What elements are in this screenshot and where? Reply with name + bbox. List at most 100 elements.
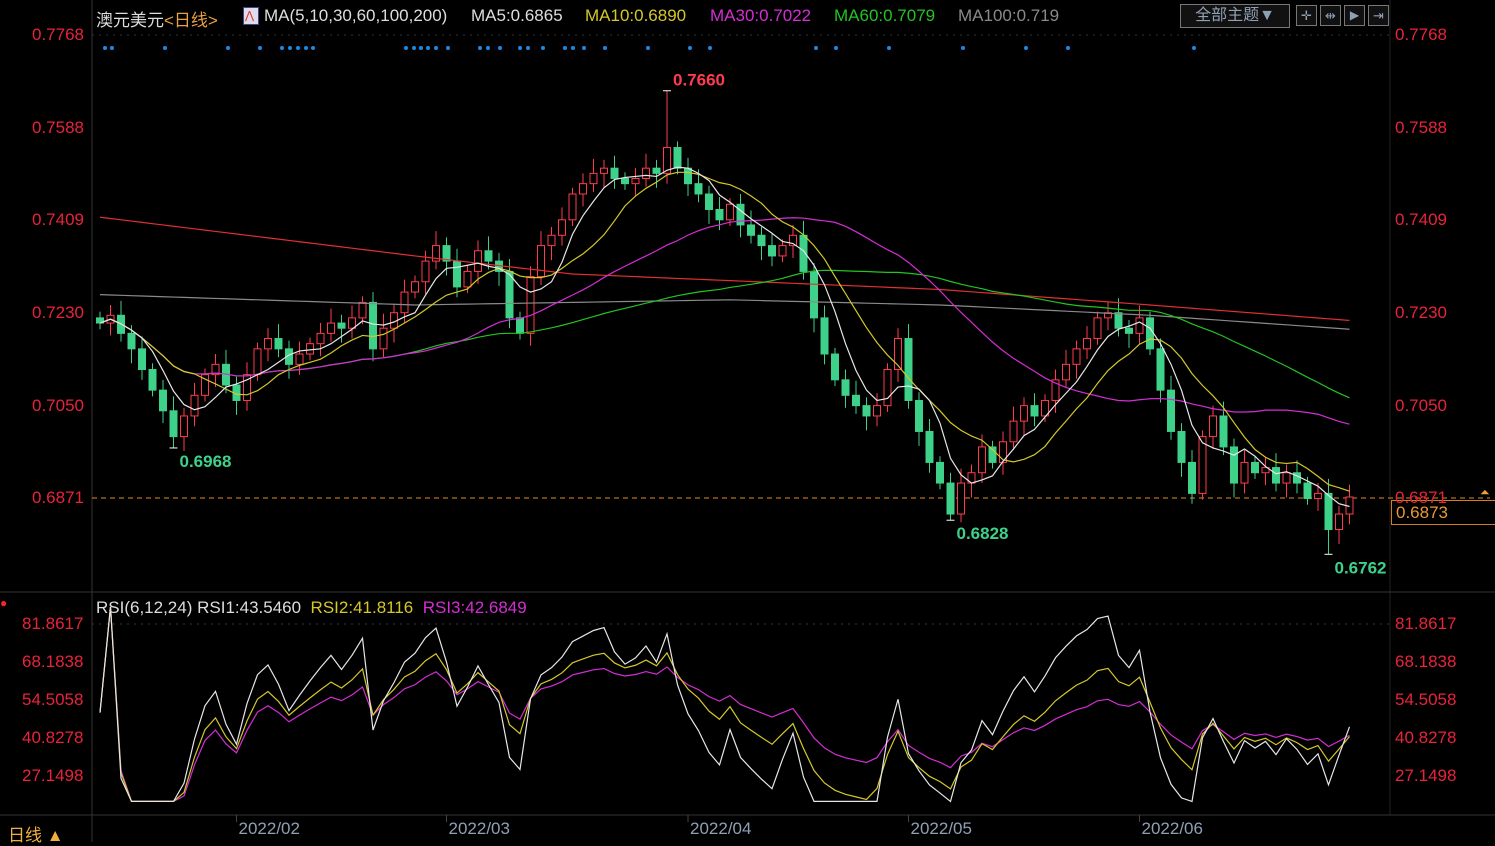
- indicator-icon[interactable]: ⋀: [243, 7, 259, 25]
- rsi2-line: [99, 606, 1350, 803]
- signal-dot: [961, 46, 965, 50]
- candle-body: [253, 348, 262, 376]
- candle: [1072, 340, 1081, 379]
- candle-body: [169, 410, 178, 438]
- candle-body: [516, 317, 524, 334]
- candle: [621, 172, 629, 190]
- candle: [789, 224, 797, 258]
- candle: [180, 407, 188, 452]
- ma30-value: MA30:0.7022: [710, 6, 812, 25]
- extreme-label: 0.6762: [1335, 558, 1387, 577]
- candle-body: [463, 270, 472, 288]
- candle: [579, 173, 587, 207]
- play-icon[interactable]: ▶: [1344, 5, 1365, 26]
- signal-dot: [226, 46, 230, 50]
- extreme-label: 0.7660: [673, 71, 725, 90]
- candle-body: [1146, 317, 1154, 350]
- candle-body: [694, 183, 703, 195]
- candle: [358, 296, 367, 325]
- candle-body: [138, 348, 146, 370]
- signal-dot: [296, 46, 300, 50]
- candle: [757, 227, 766, 261]
- scroll-up-icon[interactable]: ⏶: [1480, 485, 1490, 500]
- candle-body: [379, 327, 388, 350]
- candle-body: [925, 430, 934, 463]
- candle: [390, 304, 398, 343]
- candle: [369, 292, 377, 362]
- ma10-value: MA10:0.6890: [585, 6, 687, 25]
- candle-body: [1240, 461, 1249, 484]
- signal-dot: [498, 46, 502, 50]
- ma200-line: [99, 216, 1350, 322]
- candle-body: [295, 353, 304, 365]
- candle-body: [1324, 492, 1333, 531]
- candle-body: [873, 405, 881, 417]
- rsi-tick-left: 68.1838: [22, 651, 84, 671]
- rsi-tick-left: 40.8278: [22, 727, 84, 747]
- candle: [1083, 326, 1091, 360]
- signal-dot: [404, 46, 408, 50]
- signal-dot: [258, 46, 262, 50]
- candle: [810, 263, 818, 333]
- candle: [1240, 450, 1249, 494]
- signal-dot: [434, 46, 438, 50]
- signal-dot: [518, 46, 522, 50]
- date-tick: 2022/05: [910, 819, 972, 838]
- candle-body: [537, 245, 545, 278]
- signal-dot: [834, 46, 838, 50]
- candle-body: [421, 260, 430, 283]
- ma30-line: [99, 217, 1350, 425]
- candle-body: [1198, 436, 1207, 494]
- candle: [117, 300, 125, 342]
- candle-body: [589, 172, 598, 185]
- price-tick-right: 0.7050: [1395, 395, 1447, 415]
- candle-body: [1167, 389, 1175, 432]
- candle-body: [946, 482, 955, 515]
- theme-dropdown[interactable]: 全部主题▼: [1180, 4, 1290, 28]
- candle: [516, 311, 524, 340]
- candle-body: [264, 338, 272, 350]
- candle: [841, 369, 850, 408]
- zoom-range-icon[interactable]: ⇹: [1320, 5, 1341, 26]
- chart-canvas[interactable]: 0.7660 0.6968 0.6828 0.6762: [0, 0, 1495, 842]
- period-button[interactable]: 日线 ▲: [8, 821, 64, 846]
- signal-dot: [110, 46, 114, 50]
- signal-dot: [311, 46, 315, 50]
- signal-dot: [103, 46, 107, 50]
- candle: [148, 363, 157, 397]
- candle: [1020, 397, 1028, 436]
- candle: [820, 305, 829, 365]
- candle-body: [159, 389, 167, 412]
- ma10-line: [99, 171, 1350, 492]
- candle-body: [768, 245, 776, 257]
- candle-body: [369, 301, 377, 350]
- date-tick: 2022/03: [448, 819, 510, 838]
- candle-body: [1282, 472, 1291, 484]
- candle-body: [1083, 338, 1091, 350]
- candle: [568, 187, 577, 226]
- signal-dot: [814, 46, 818, 50]
- candle-body: [747, 224, 755, 236]
- candle-body: [684, 167, 692, 185]
- candle: [1209, 405, 1217, 449]
- candle-body: [1314, 492, 1322, 500]
- candle-body: [327, 322, 335, 334]
- candle: [988, 440, 997, 469]
- candle: [705, 185, 713, 224]
- candle-body: [673, 147, 682, 169]
- ma100-line: [99, 294, 1350, 330]
- candle-body: [957, 482, 965, 515]
- signal-dot: [1024, 46, 1028, 50]
- candle: [274, 324, 283, 358]
- candle-body: [831, 353, 839, 381]
- ma-label: MA(5,10,30,60,100,200): [264, 6, 448, 25]
- candle-body: [778, 245, 787, 257]
- candle: [610, 155, 619, 189]
- move-right-icon[interactable]: ⇥: [1368, 5, 1389, 26]
- candle-body: [1062, 363, 1070, 381]
- crosshair-icon[interactable]: ✛: [1296, 5, 1317, 26]
- candle: [768, 233, 776, 267]
- date-tick: 2022/06: [1141, 819, 1203, 838]
- candle-body: [642, 167, 650, 180]
- crosshair-marker-icon: ●: [0, 596, 8, 610]
